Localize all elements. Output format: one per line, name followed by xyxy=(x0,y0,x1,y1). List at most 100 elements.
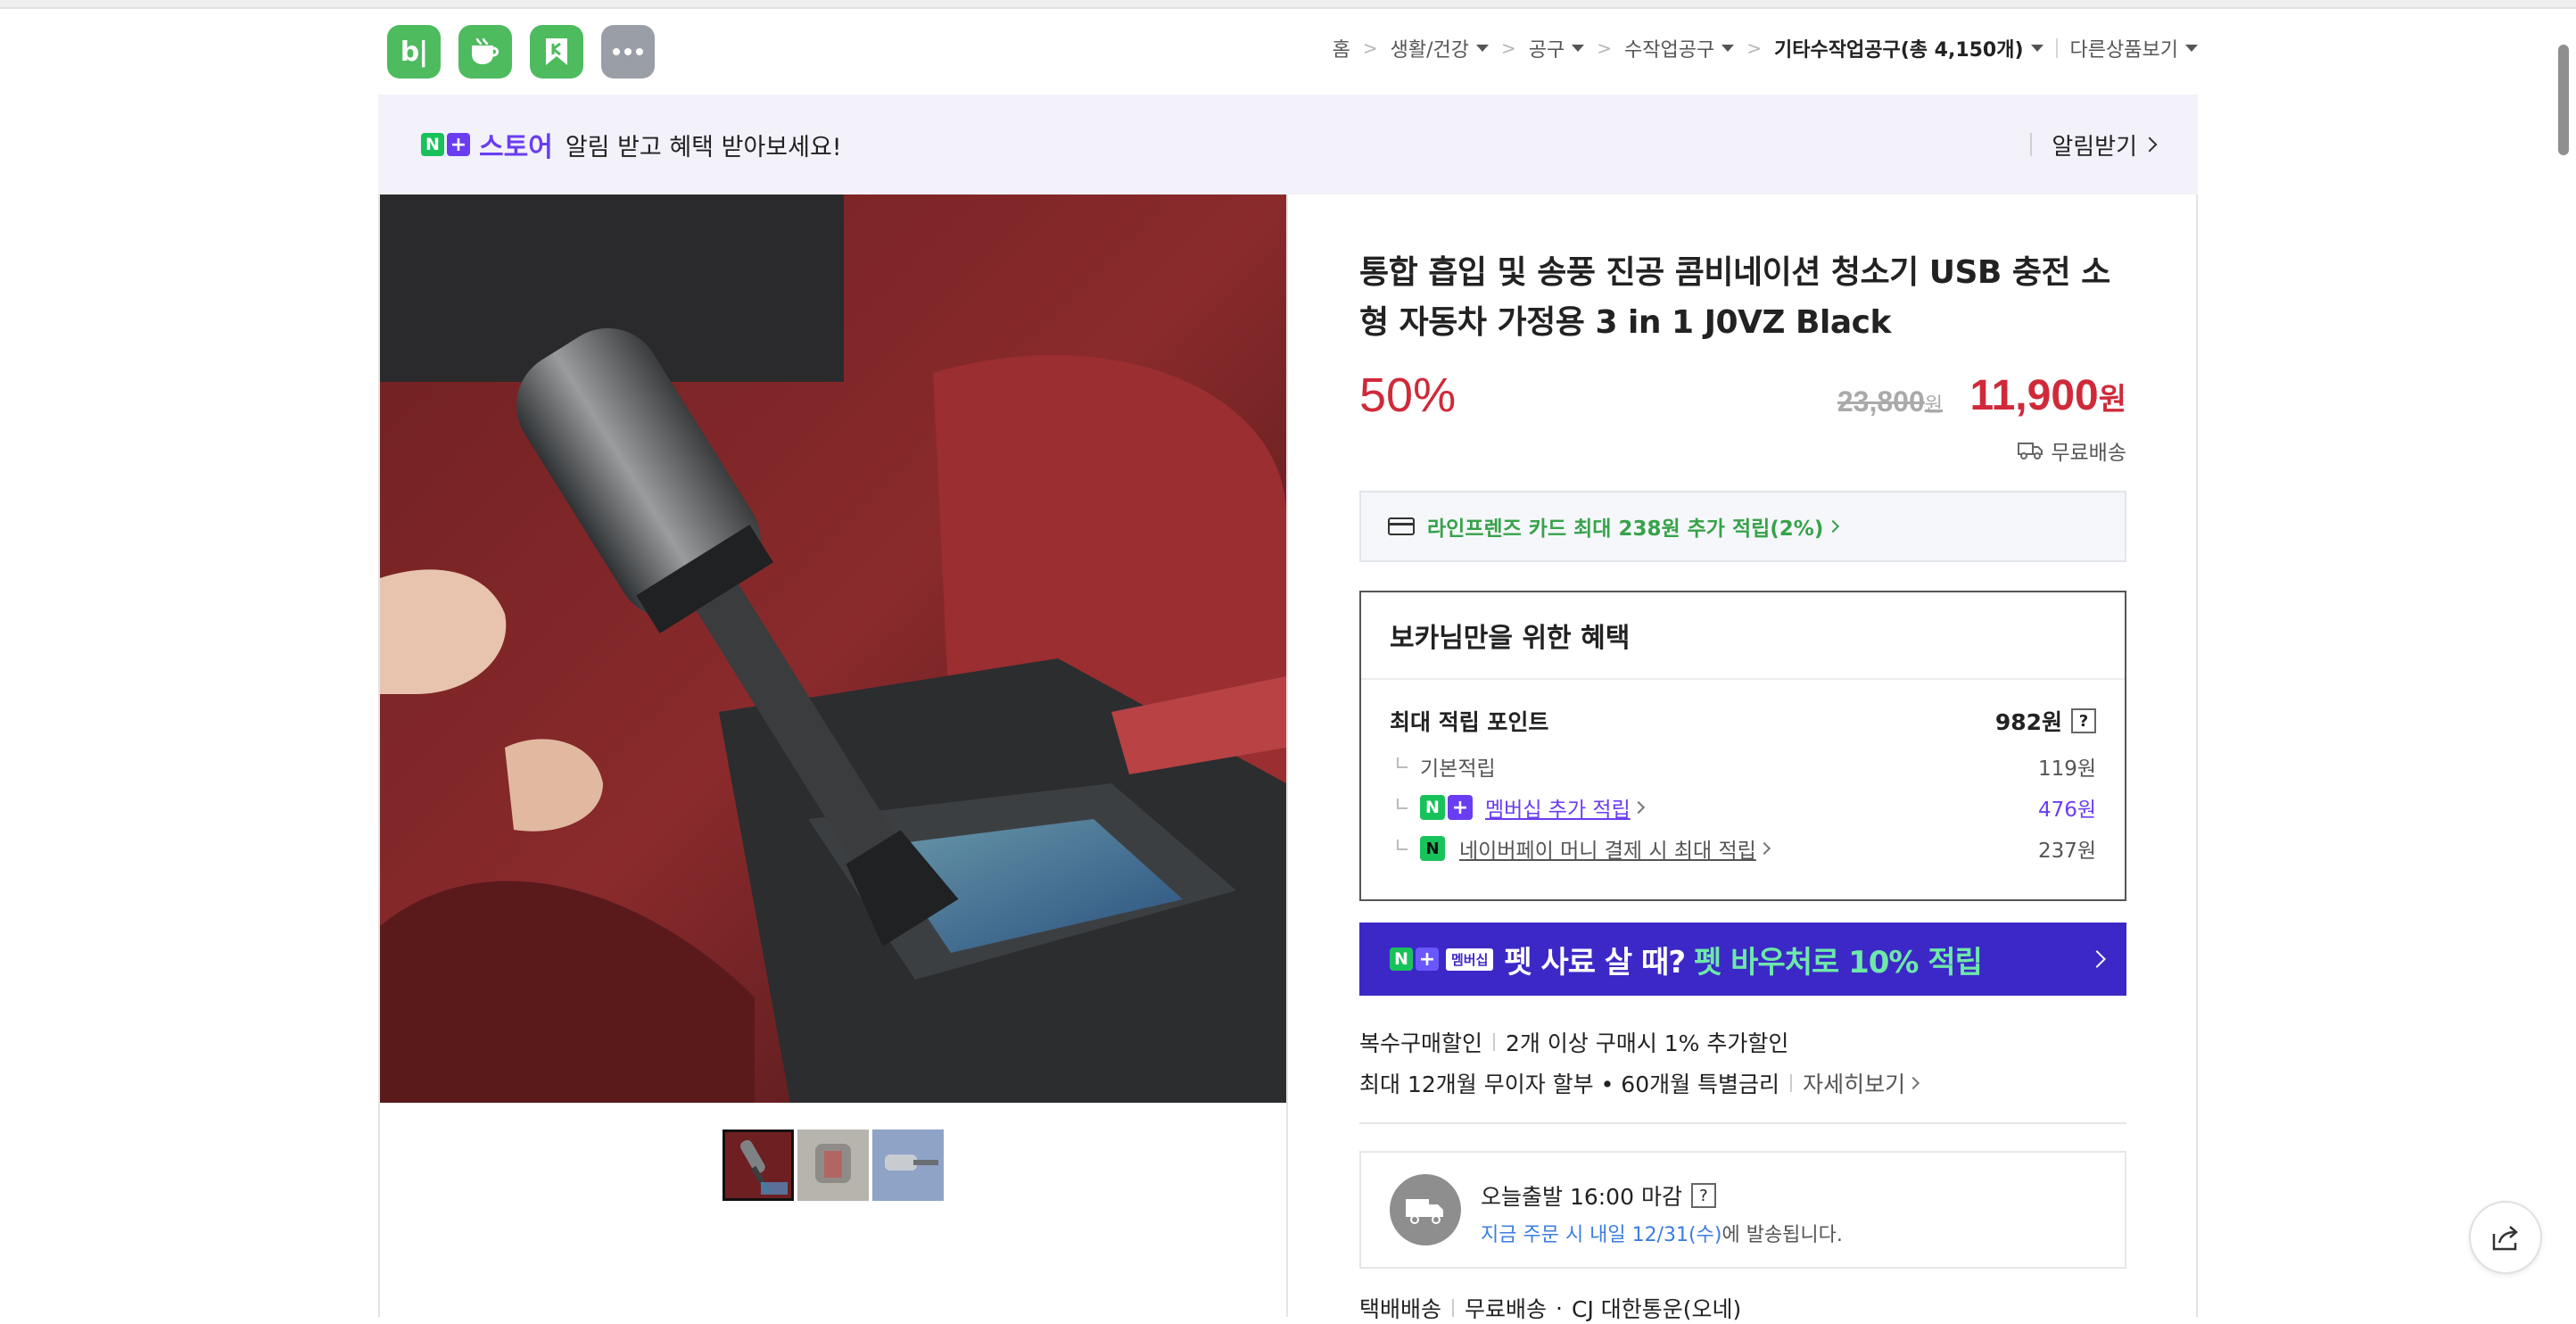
product-main-image[interactable] xyxy=(380,194,1286,1103)
more-icon[interactable] xyxy=(601,25,655,79)
chevron-right-icon xyxy=(1907,1076,1920,1090)
original-price: 23,800원 xyxy=(1837,385,1943,418)
dispatch-title-text: 오늘출발 16:00 마감 xyxy=(1481,1184,1682,1210)
basic-points-row: 기본적립 119원 xyxy=(1390,751,2096,782)
page-scrollbar[interactable] xyxy=(2558,45,2569,155)
multi-buy-discount: 복수구매할인 2개 이상 구매시 1% 추가할인 xyxy=(1359,1026,1788,1058)
share-button[interactable] xyxy=(2469,1201,2542,1274)
thumbnail-2[interactable] xyxy=(797,1130,869,1201)
membership-points-value: 476원 xyxy=(2037,799,2096,822)
thumbnail-strip xyxy=(722,1130,944,1201)
breadcrumb: 홈 > 생활/건강 > 공구 > 수작업공구 > 기타수작업공구 (총 4,150… xyxy=(1333,34,2198,62)
top-divider xyxy=(0,0,2576,9)
breadcrumb-divider xyxy=(2055,38,2058,58)
npay-points-link[interactable]: 네이버페이 머니 결제 시 최대 적립 xyxy=(1459,833,1756,864)
cafe-cup-glyph xyxy=(472,37,499,64)
breadcrumb-category-2-label: 공구 xyxy=(1528,39,1565,62)
band-icon[interactable] xyxy=(530,25,583,79)
other-products-label: 다른상품보기 xyxy=(2069,39,2178,62)
product-info: 통합 흡입 및 송풍 진공 콤비네이션 청소기 USB 충전 소형 자동차 가정… xyxy=(1359,248,2126,348)
installment-detail-link[interactable]: 자세히보기 xyxy=(1803,1067,1920,1099)
breadcrumb-home[interactable]: 홈 xyxy=(1333,34,1350,62)
naver-plus-logo: N + xyxy=(421,133,470,156)
max-points-row: 최대 적립 포인트 982원 ? xyxy=(1390,705,2096,737)
subscribe-alert-label: 알림받기 xyxy=(2052,133,2137,161)
delivery-method: 택배배송 무료배송 · CJ 대한통운(오네) xyxy=(1359,1292,1741,1324)
discount-rate: 50% xyxy=(1359,368,1457,422)
breadcrumb-category-2[interactable]: 공구 xyxy=(1528,34,1585,62)
notice-message: 알림 받고 혜택 받아보세요! xyxy=(565,133,842,161)
store-label: 스토어 xyxy=(479,132,553,163)
breadcrumb-category-1[interactable]: 생활/건강 xyxy=(1391,34,1490,62)
dispatch-truck-icon xyxy=(1390,1174,1461,1245)
delivery-carrier: CJ 대한통운(오네) xyxy=(1571,1296,1742,1322)
plus-icon: + xyxy=(1416,947,1439,971)
breadcrumb-category-3[interactable]: 수작업공구 xyxy=(1624,34,1735,62)
blog-icon[interactable]: b| xyxy=(387,25,441,79)
thumbnail-3-image xyxy=(872,1130,944,1201)
ellipsis-glyph xyxy=(613,48,643,55)
breadcrumb-separator: > xyxy=(1597,37,1613,59)
delivery-value: 무료배송 xyxy=(1465,1296,1548,1322)
breadcrumb-count: (총 4,150개) xyxy=(1900,39,2024,62)
cafe-icon[interactable] xyxy=(458,25,512,79)
dispatch-date: 지금 주문 시 내일 12/31(수) xyxy=(1481,1224,1722,1246)
installment-text: 최대 12개월 무이자 할부 • 60개월 특별금리 xyxy=(1359,1072,1780,1097)
card-benefit-text: 라인프렌즈 카드 최대 238원 추가 적립(2%) xyxy=(1427,517,1824,541)
product-title: 통합 흡입 및 송풍 진공 콤비네이션 청소기 USB 충전 소형 자동차 가정… xyxy=(1359,254,2110,341)
sale-price-unit: 원 xyxy=(2098,383,2126,417)
inline-divider xyxy=(1493,1033,1496,1051)
help-icon[interactable]: ? xyxy=(1690,1183,1716,1208)
membership-points-link[interactable]: 멤버십 추가 적립 xyxy=(1485,792,1631,823)
basic-points-value: 119원 xyxy=(2037,757,2096,781)
membership-tag: 멤버십 xyxy=(1446,947,1494,971)
original-price-value: 23,800 xyxy=(1837,385,1925,418)
inline-divider xyxy=(1452,1299,1455,1317)
plus-icon: + xyxy=(1448,795,1473,820)
membership-points-row: N + 멤버십 추가 적립 476원 xyxy=(1390,792,2096,823)
tree-branch-icon xyxy=(1397,799,1408,809)
thumbnail-3[interactable] xyxy=(872,1130,944,1201)
caret-down-icon xyxy=(2185,45,2198,52)
share-icon xyxy=(2492,1226,2518,1251)
breadcrumb-current[interactable]: 기타수작업공구 (총 4,150개) xyxy=(1774,34,2043,62)
original-price-unit: 원 xyxy=(1924,393,1943,416)
delivery-truck-icon xyxy=(2018,443,2043,459)
thumbnail-1[interactable] xyxy=(722,1130,794,1201)
breadcrumb-current-label: 기타수작업공구 xyxy=(1774,39,1901,62)
chevron-right-icon xyxy=(2088,950,2106,968)
membership-promo-text: 펫 사료 살 때? xyxy=(1504,944,1686,981)
sale-price: 11,900원 xyxy=(1970,371,2126,420)
membership-promo-highlight: 펫 바우처로 10% 적립 xyxy=(1694,944,1983,981)
other-products-dropdown[interactable]: 다른상품보기 xyxy=(2070,34,2198,62)
benefit-heading: 보카님만을 위한 혜택 xyxy=(1361,592,2125,680)
sale-price-value: 11,900 xyxy=(1969,372,2099,419)
basic-points-label: 기본적립 xyxy=(1420,757,1496,781)
truck-glyph xyxy=(1406,1199,1443,1224)
dispatch-subtitle: 지금 주문 시 내일 12/31(수)에 발송됩니다. xyxy=(1481,1219,1843,1247)
chevron-right-icon xyxy=(1631,800,1645,815)
caret-down-icon xyxy=(1572,45,1585,52)
price-row: 50% 23,800원 11,900원 xyxy=(1359,366,2126,430)
max-points-value: 982원 xyxy=(1994,709,2062,735)
membership-promo-banner[interactable]: N + 멤버십 펫 사료 살 때? 펫 바우처로 10% 적립 xyxy=(1359,923,2126,996)
caret-down-icon xyxy=(1721,45,1735,52)
thumbnail-2-image xyxy=(797,1130,869,1201)
installment-info: 최대 12개월 무이자 할부 • 60개월 특별금리 자세히보기 xyxy=(1359,1067,1920,1099)
breadcrumb-home-label: 홈 xyxy=(1332,39,1350,62)
section-divider xyxy=(1359,1122,2126,1124)
breadcrumb-category-3-label: 수작업공구 xyxy=(1624,39,1715,62)
help-icon[interactable]: ? xyxy=(2071,708,2096,733)
dispatch-title: 오늘출발 16:00 마감 ? xyxy=(1481,1179,1716,1212)
caret-down-icon xyxy=(2030,45,2043,52)
credit-card-icon xyxy=(1388,517,1415,535)
dispatch-rest: 에 발송됩니다. xyxy=(1721,1224,1843,1246)
multi-buy-value: 2개 이상 구매시 1% 추가할인 xyxy=(1506,1030,1789,1056)
app-shortcuts: b| xyxy=(387,25,655,79)
plus-icon: + xyxy=(447,133,470,156)
shipping-info: 무료배송 xyxy=(2017,435,2126,466)
chevron-right-icon xyxy=(2142,137,2158,153)
card-benefit-banner[interactable]: 라인프렌즈 카드 최대 238원 추가 적립(2%) xyxy=(1359,491,2126,562)
subscribe-alert-button[interactable]: 알림받기 xyxy=(2052,128,2158,161)
naver-n-icon: N xyxy=(1420,795,1445,820)
